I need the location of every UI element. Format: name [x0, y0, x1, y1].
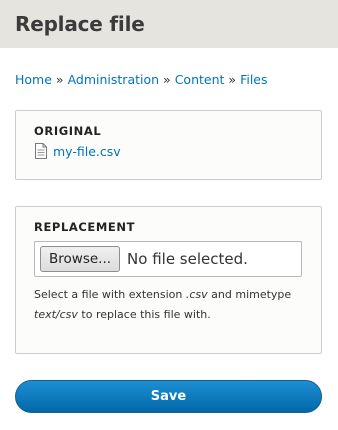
breadcrumb-files[interactable]: Files	[240, 72, 267, 87]
browse-button[interactable]: Browse...	[40, 246, 121, 272]
breadcrumb-content[interactable]: Content	[175, 72, 225, 87]
original-legend: ORIGINAL	[34, 124, 102, 138]
original-file-row: my-file.csv	[34, 143, 303, 159]
replacement-file-panel: REPLACEMENT Browse... No file selected. …	[15, 206, 322, 354]
document-icon	[34, 143, 48, 159]
original-file-link[interactable]: my-file.csv	[53, 144, 121, 159]
replacement-help-text: Select a file with extension .csv and mi…	[34, 285, 303, 325]
breadcrumb: Home» Administration» Content» Files	[15, 72, 268, 87]
page-header: Replace file	[0, 0, 338, 48]
breadcrumb-separator: »	[228, 72, 237, 87]
help-text-part: to replace this file with.	[77, 308, 211, 321]
help-extension: .csv	[185, 288, 208, 301]
save-button[interactable]: Save	[15, 380, 322, 413]
breadcrumb-separator: »	[55, 72, 64, 87]
page-title: Replace file	[15, 12, 145, 36]
breadcrumb-separator: »	[163, 72, 171, 87]
help-mimetype: text/csv	[34, 308, 78, 321]
breadcrumb-administration[interactable]: Administration	[68, 72, 159, 87]
replacement-legend: REPLACEMENT	[34, 220, 136, 234]
replacement-file-input[interactable]: Browse... No file selected.	[34, 241, 302, 277]
original-file-panel: ORIGINAL my-file.csv	[15, 110, 322, 180]
breadcrumb-home[interactable]: Home	[15, 72, 52, 87]
no-file-selected-text: No file selected.	[127, 250, 248, 268]
help-text-part: and mimetype	[207, 288, 292, 301]
help-text-part: Select a file with extension	[34, 288, 186, 301]
